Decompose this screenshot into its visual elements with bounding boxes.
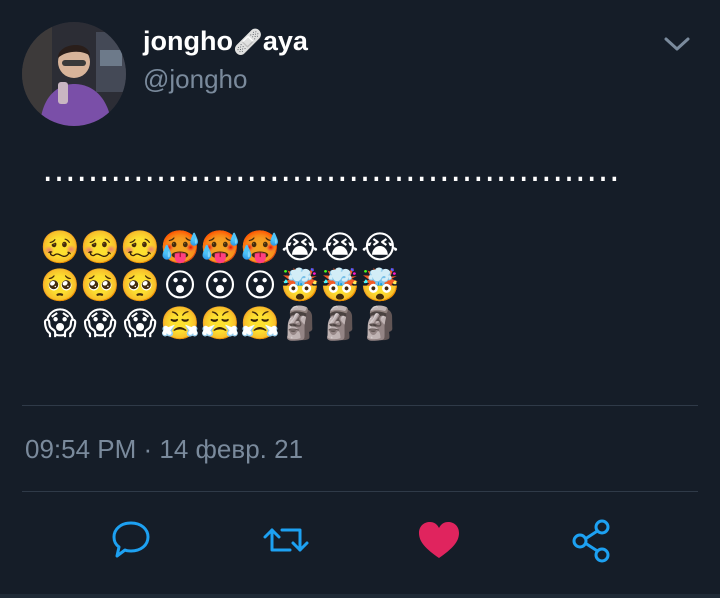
emoji: 🥺 (80, 266, 120, 304)
share-button[interactable] (569, 516, 613, 564)
share-icon (572, 519, 610, 563)
emoji: 😤 (200, 304, 240, 342)
divider (22, 491, 698, 492)
user-handle[interactable]: @jongho (143, 64, 247, 95)
emoji: 😤 (160, 304, 200, 342)
emoji: 😤 (240, 304, 280, 342)
emoji: 🥵 (240, 228, 280, 266)
emoji: 😮 (243, 266, 277, 304)
retweet-icon (263, 528, 309, 552)
emoji: 🥺 (40, 266, 80, 304)
divider (22, 405, 698, 406)
emoji-row: 😱 😱 😱 😤😤😤🗿🗿🗿 (40, 304, 400, 342)
speech-bubble-icon (112, 521, 150, 558)
retweet-button[interactable] (262, 516, 309, 564)
heart-icon (419, 522, 459, 558)
emoji: 😱 (83, 304, 117, 342)
emoji: 😱 (123, 304, 157, 342)
tweet-emoji-grid: 🥴🥴🥴🥵🥵🥵😭😭😭 🥺🥺🥺 😮 😮 😮 🤯🤯🤯 😱 😱 😱 😤😤😤🗿🗿🗿 (40, 228, 400, 342)
chevron-down-icon (664, 37, 690, 51)
emoji: 🗿 (360, 304, 400, 342)
emoji-row: 🥴🥴🥴🥵🥵🥵😭😭😭 (40, 228, 400, 266)
tweet-timestamp[interactable]: 09:54 PM · 14 февр. 21 (25, 434, 303, 465)
emoji: 🥵 (160, 228, 200, 266)
emoji: 😭 (321, 228, 359, 266)
bandage-emoji: 🩹 (232, 28, 263, 56)
emoji: 😭 (281, 228, 319, 266)
action-bar (0, 516, 720, 572)
emoji: 😮 (203, 266, 237, 304)
display-name-part2: aya (262, 26, 308, 56)
avatar-photo (22, 22, 126, 126)
tweet-menu-button[interactable] (662, 32, 692, 56)
emoji: 🥺 (120, 266, 160, 304)
emoji: 🥴 (80, 228, 120, 266)
emoji: 🥴 (40, 228, 80, 266)
like-button[interactable] (416, 516, 460, 564)
bottom-edge (0, 594, 720, 598)
emoji: 🥴 (120, 228, 160, 266)
emoji: 😮 (163, 266, 197, 304)
tweet-text: …………………………………………… (42, 150, 620, 190)
emoji-row: 🥺🥺🥺 😮 😮 😮 🤯🤯🤯 (40, 266, 400, 304)
reply-button[interactable] (109, 516, 153, 564)
avatar[interactable] (22, 22, 126, 126)
emoji: 😭 (361, 228, 399, 266)
emoji: 🤯 (320, 266, 360, 304)
display-name[interactable]: jongho🩹aya (143, 26, 308, 57)
emoji: 🗿 (320, 304, 360, 342)
emoji: 🗿 (280, 304, 320, 342)
emoji: 😱 (43, 304, 77, 342)
emoji: 🤯 (360, 266, 400, 304)
display-name-part1: jongho (143, 26, 233, 56)
emoji: 🤯 (280, 266, 320, 304)
emoji: 🥵 (200, 228, 240, 266)
